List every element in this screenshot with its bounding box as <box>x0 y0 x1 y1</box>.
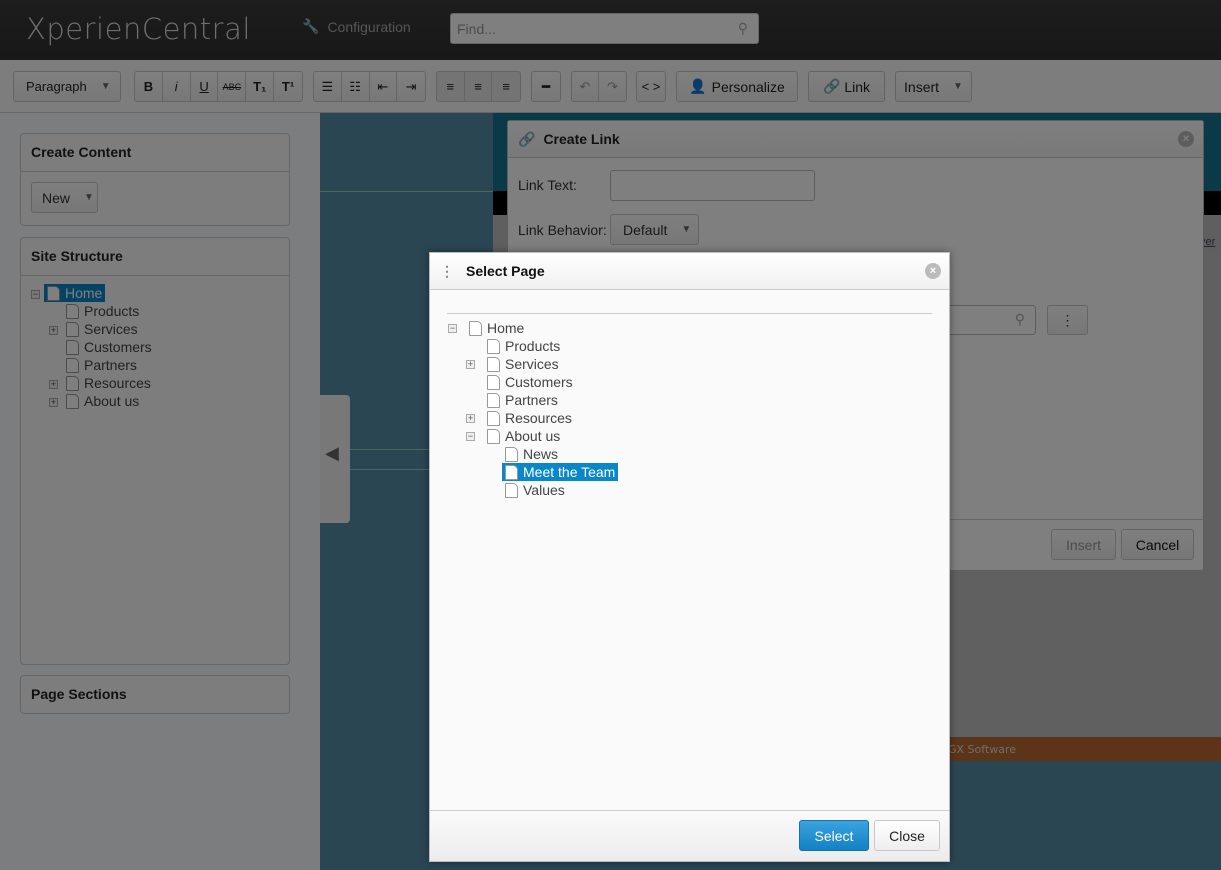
page-icon <box>487 428 500 444</box>
page-icon <box>505 464 518 480</box>
dialog-title: Select Page <box>466 263 545 279</box>
tree-label: About us <box>505 428 561 444</box>
tree-item[interactable]: About us <box>487 427 560 445</box>
collapse-icon[interactable]: − <box>466 432 475 441</box>
tree-label: Products <box>505 338 561 354</box>
select-button[interactable]: Select <box>799 820 869 851</box>
page-icon <box>487 356 500 372</box>
tree-item-selected[interactable]: Meet the Team <box>502 463 619 481</box>
tree-label: Meet the Team <box>523 464 616 480</box>
divider <box>447 313 932 314</box>
close-icon[interactable]: × <box>925 263 941 279</box>
tree-label: Home <box>487 320 525 336</box>
tree-label: Partners <box>505 392 558 408</box>
tree-label: Services <box>505 356 559 372</box>
tree-label: News <box>523 446 559 462</box>
collapse-icon[interactable]: − <box>448 324 457 333</box>
page-icon <box>469 320 482 336</box>
tree-item[interactable]: Partners <box>487 391 558 409</box>
tree-item[interactable]: News <box>505 445 558 463</box>
page-icon <box>505 482 518 498</box>
page-icon <box>505 446 518 462</box>
tree-item[interactable]: Resources <box>487 409 572 427</box>
close-button[interactable]: Close <box>874 820 940 851</box>
sitemap-icon: ⋮ <box>440 262 454 279</box>
tree-item[interactable]: Values <box>505 481 565 499</box>
tree-label: Values <box>523 482 565 498</box>
tree-item[interactable]: Customers <box>487 373 573 391</box>
page-icon <box>487 374 500 390</box>
dialog-footer: Select Close <box>430 810 949 861</box>
page-icon <box>487 338 500 354</box>
expand-icon[interactable]: + <box>466 360 475 369</box>
tree-label: Customers <box>505 374 573 390</box>
tree-item-home[interactable]: Home <box>469 319 524 337</box>
page-icon <box>487 392 500 408</box>
tree-item[interactable]: Products <box>487 337 560 355</box>
expand-icon[interactable]: + <box>466 414 475 423</box>
tree-item[interactable]: Services <box>487 355 559 373</box>
select-page-dialog: ⋮ Select Page × − Home Products + Service… <box>429 252 950 862</box>
tree-label: Resources <box>505 410 572 426</box>
dialog-header: ⋮ Select Page <box>430 253 949 290</box>
page-icon <box>487 410 500 426</box>
